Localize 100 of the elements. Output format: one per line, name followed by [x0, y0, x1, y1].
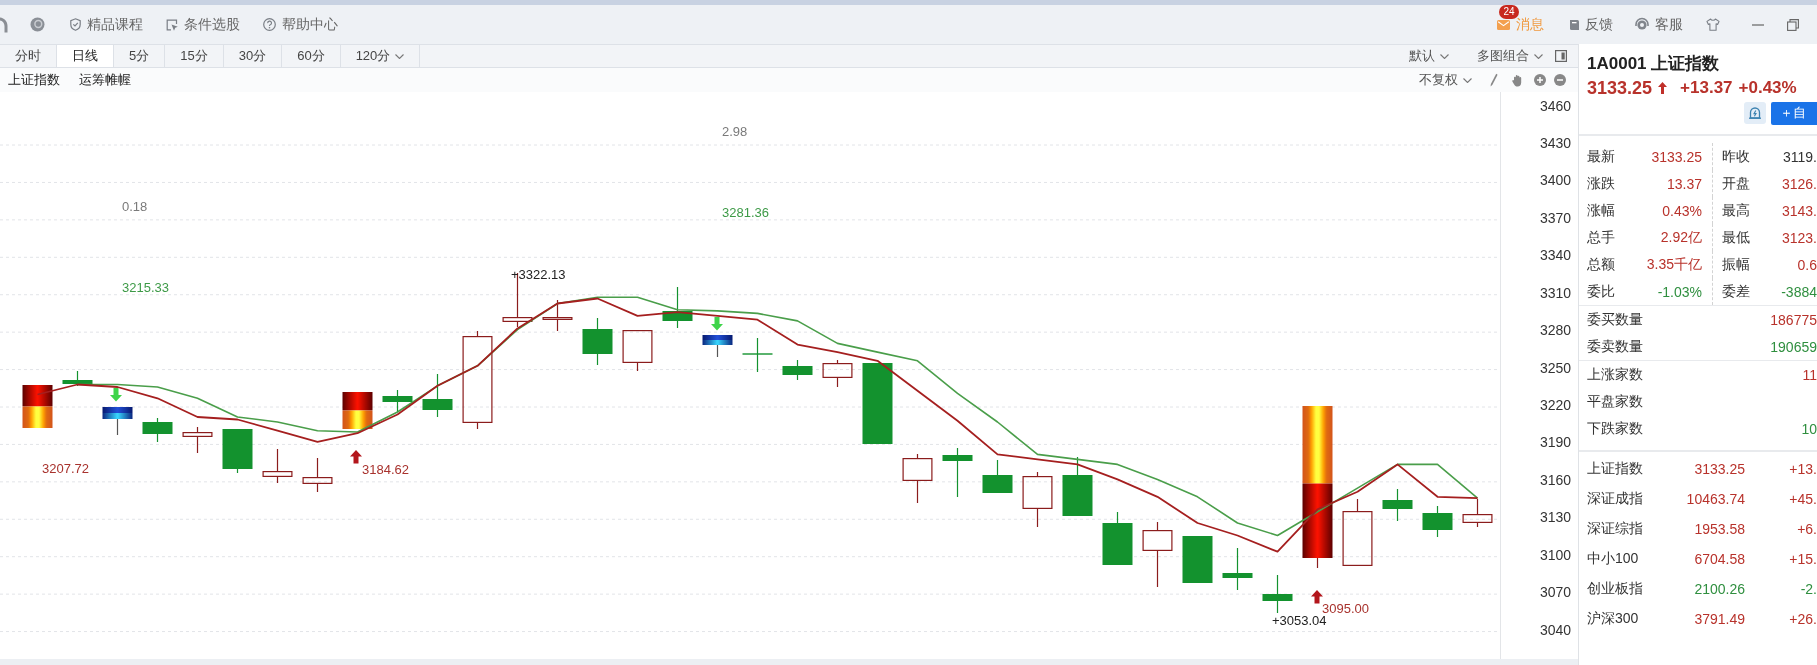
index-change: +13.	[1788, 461, 1817, 477]
candlestick	[622, 330, 653, 372]
candlestick	[822, 359, 853, 388]
index-change: +26.	[1788, 611, 1817, 627]
chart-value-label: 3184.62	[362, 461, 409, 477]
stat-value: 0.43%	[1662, 202, 1702, 219]
stock-screener-link[interactable]: 条件选股	[166, 15, 240, 34]
stat-value: 2.92亿	[1660, 228, 1702, 247]
indicator-name-label: 运筹帷幄	[79, 71, 131, 89]
signal-candlestick	[702, 335, 733, 358]
headset-icon	[1634, 17, 1650, 32]
zoom-in-icon[interactable]	[1534, 74, 1546, 86]
index-value: 1953.58	[1693, 521, 1745, 537]
stat-label: 下跌家数	[1587, 419, 1643, 438]
chart-value-label: 2.98	[722, 123, 748, 139]
shirt-icon[interactable]	[1706, 18, 1720, 31]
feedback-button[interactable]: 反馈	[1569, 15, 1613, 34]
help-center-link[interactable]: 帮助中心	[263, 15, 338, 34]
candlestick	[182, 426, 213, 454]
stat-value: 13.37	[1666, 175, 1702, 192]
stat-value: 11	[1802, 366, 1817, 383]
circle-icon	[30, 17, 45, 32]
candlestick	[1022, 471, 1053, 528]
index-name: 中小100	[1587, 550, 1640, 568]
candlestick	[1182, 535, 1213, 584]
candlestick	[942, 447, 973, 498]
index-value: 3133.25	[1693, 461, 1745, 477]
customer-service-button[interactable]: 客服	[1634, 15, 1683, 34]
index-value: 10463.74	[1685, 491, 1745, 507]
signal-candlestick	[342, 392, 373, 429]
candlestick	[902, 453, 933, 504]
arrow-down-icon	[711, 317, 723, 331]
period-tab[interactable]: 15分	[165, 45, 224, 67]
index-change: -2.	[1799, 581, 1817, 597]
bell-icon[interactable]	[1744, 102, 1766, 124]
sidebar-toggle-icon[interactable]	[1555, 50, 1567, 62]
candlestick	[1382, 488, 1413, 522]
pencil-icon[interactable]	[1490, 73, 1498, 87]
index-value: 2100.26	[1693, 581, 1745, 597]
chevron-down-icon	[1463, 77, 1472, 83]
period-tab[interactable]: 30分	[223, 45, 283, 67]
price-axis-label: 3100	[1540, 546, 1572, 563]
stat-label: 最高	[1722, 201, 1750, 220]
period-tab[interactable]: 120分	[340, 45, 421, 67]
candlestick	[1142, 521, 1173, 588]
quote-title: 1A0001 上证指数	[1586, 53, 1721, 75]
view-dropdown[interactable]: 多图组合	[1477, 47, 1543, 65]
arrow-up-icon	[1311, 590, 1323, 604]
candlestick	[782, 359, 813, 381]
stat-value: 3126.	[1781, 175, 1817, 192]
stat-label: 委差	[1722, 282, 1750, 301]
chevron-down-icon	[395, 53, 405, 59]
price-axis-label: 3310	[1540, 284, 1572, 301]
courses-link[interactable]: 精品课程	[70, 15, 143, 34]
stat-label: 开盘	[1722, 174, 1750, 193]
price-axis-label: 3250	[1540, 359, 1572, 376]
chart-value-label: +3322.13	[511, 266, 566, 282]
chart-value-label: 3215.33	[122, 279, 169, 295]
price-axis-label: 3130	[1540, 509, 1572, 526]
stat-value: 186775	[1770, 311, 1817, 328]
price-axis-label: 3370	[1540, 209, 1572, 226]
stat-value: 10	[1801, 420, 1817, 437]
add-watchlist-button[interactable]: ＋自	[1771, 101, 1817, 125]
period-tab[interactable]: 60分	[282, 45, 341, 67]
index-change: +15.	[1788, 551, 1817, 567]
candlestick	[982, 459, 1013, 494]
chevron-down-icon	[1534, 53, 1543, 59]
restore-icon[interactable]	[1787, 18, 1799, 31]
price-axis-label: 3400	[1540, 172, 1572, 189]
view-dropdown[interactable]: 默认	[1409, 47, 1449, 65]
price-change: +13.37	[1680, 78, 1733, 98]
price-axis-label: 3280	[1540, 322, 1572, 339]
book-icon	[1569, 18, 1580, 31]
minimize-icon[interactable]	[1752, 23, 1764, 26]
price-axis-label: 3220	[1540, 397, 1572, 413]
help-icon	[263, 18, 276, 31]
index-value: 3791.49	[1693, 611, 1745, 627]
index-name: 上证指数	[1587, 460, 1644, 478]
index-change: +45.	[1788, 491, 1817, 507]
chart-value-label: 0.18	[122, 198, 148, 214]
chart-value-label: 3207.72	[42, 460, 89, 476]
period-tab[interactable]: 5分	[114, 45, 166, 67]
index-change: +6.	[1796, 521, 1817, 537]
price-axis-label: 3040	[1540, 621, 1572, 638]
candlestick	[62, 370, 93, 387]
index-name-label: 上证指数	[8, 71, 60, 89]
price-axis-label: 3460	[1540, 97, 1572, 114]
stat-label: 振幅	[1722, 255, 1750, 274]
stat-value: 3143.	[1781, 202, 1817, 219]
hand-icon[interactable]	[1512, 73, 1523, 87]
candlestick	[741, 337, 774, 373]
zoom-out-icon[interactable]	[1554, 74, 1566, 86]
candlestick	[1062, 456, 1093, 517]
stat-label: 总额	[1587, 255, 1615, 274]
period-tab[interactable]: 日线	[57, 45, 114, 67]
adjustment-dropdown[interactable]: 不复权	[1419, 71, 1472, 89]
cursor-square-icon	[166, 18, 178, 31]
candlestick	[382, 389, 413, 413]
price-change-percent: +0.43%	[1738, 78, 1797, 98]
stat-value: -3884	[1781, 283, 1817, 300]
